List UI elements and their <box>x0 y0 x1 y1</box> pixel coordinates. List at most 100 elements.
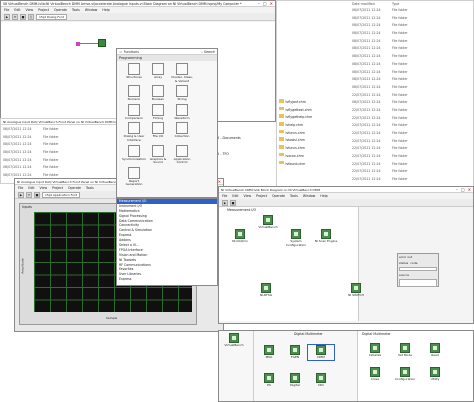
item-daqmx[interactable]: NI-DAQmx <box>227 229 253 244</box>
menu-window[interactable]: Window <box>85 8 98 12</box>
minimize-icon[interactable]: – <box>258 1 260 6</box>
mio-menu-file[interactable]: File <box>222 194 227 198</box>
explorer-row[interactable]: 08/07/2021 12:24 File folder <box>352 76 472 84</box>
abort-icon[interactable]: ■ <box>20 13 26 20</box>
palette-tile[interactable]: Collection <box>171 122 193 142</box>
fp-menu-project[interactable]: Project <box>52 186 63 190</box>
explorer-row[interactable]: 22/07/2021 12:24 File folder <box>352 130 472 138</box>
col-type[interactable]: Type <box>392 2 399 6</box>
vb-item-virtualbench[interactable]: VirtualBench <box>221 333 247 348</box>
explorer-row[interactable]: 08/07/2021 12:24 File folder <box>352 53 472 61</box>
mio-menu-edit[interactable]: Edit <box>232 194 238 198</box>
palette-tile[interactable]: Timing <box>147 103 169 121</box>
explorer-row[interactable]: 06/07/2021 12:24 File folder <box>352 7 472 15</box>
vb-ps[interactable]: PS <box>256 373 282 388</box>
palette-tile[interactable]: Report Generation <box>123 166 145 187</box>
pin-icon[interactable]: ⊸ <box>119 50 122 54</box>
mio-menu-operate[interactable]: Operate <box>272 194 285 198</box>
maximize-icon[interactable]: □ <box>263 1 267 6</box>
file-name-row[interactable]: lvflyjanf.chm <box>279 99 349 107</box>
item-scan-engine[interactable]: NI Scan Engine <box>313 229 339 244</box>
menu-view[interactable]: View <box>26 8 34 12</box>
font-select[interactable]: 15pt Dialog Font <box>36 13 67 20</box>
vb-set-mode[interactable]: Set Mode <box>392 343 418 358</box>
vb-fgen[interactable]: FGEN <box>282 345 308 360</box>
mio-run-icon[interactable]: ▶ <box>222 199 228 206</box>
vb-configuration[interactable]: Configuration <box>392 367 418 382</box>
file-name-row[interactable]: lvxcon.chm <box>279 152 349 161</box>
vb-close[interactable]: Close <box>362 367 388 382</box>
menu-operate[interactable]: Operate <box>54 8 67 12</box>
mio-maximize-icon[interactable]: □ <box>461 187 465 192</box>
palette-search[interactable]: Search <box>204 50 215 54</box>
left-explorer-row[interactable]: 08/07/2021 12:24 File folder <box>3 134 117 142</box>
menu-file[interactable]: File <box>4 8 9 12</box>
file-name-row[interactable]: lvfuncs.chm <box>279 145 349 153</box>
fp-menu-operate[interactable]: Operate <box>68 186 81 190</box>
explorer-row[interactable]: 08/07/2021 12:24 File folder <box>352 15 472 23</box>
palette-tile[interactable]: Waveform <box>171 103 193 121</box>
palette-tile[interactable]: Boolean <box>147 85 169 102</box>
explorer-row[interactable]: 22/07/2021 12:24 File folder <box>352 145 472 153</box>
explorer-row[interactable]: 22/07/2021 12:24 File folder <box>352 153 472 161</box>
explorer-row[interactable]: 08/07/2021 12:24 File folder <box>352 38 472 46</box>
mio-close-icon[interactable]: ✕ <box>468 187 471 192</box>
palette-tile[interactable]: Synchronization <box>122 144 146 165</box>
code-field[interactable] <box>399 267 437 271</box>
left-explorer-row[interactable]: 08/07/2021 12:24 File folder <box>3 157 117 165</box>
item-switch[interactable]: NI SWITCH <box>343 283 369 298</box>
explorer-row[interactable]: 22/07/2021 12:24 File folder <box>352 161 472 169</box>
fp-close-icon[interactable]: ✕ <box>218 179 221 184</box>
palette-tile[interactable]: String <box>171 85 193 102</box>
menu-project[interactable]: Project <box>38 8 49 12</box>
vb-digital[interactable]: Digital <box>282 373 308 388</box>
fp-abort-icon[interactable]: ■ <box>34 191 40 198</box>
vb-mso[interactable]: MSO <box>256 345 282 360</box>
search-icon[interactable]: ⌕ <box>201 50 203 54</box>
left-explorer-row[interactable]: 08/07/2021 12:24 File folder <box>3 141 117 149</box>
explorer-row[interactable]: 22/07/2021 12:24 File folder <box>352 115 472 123</box>
mio-menu-project[interactable]: Project <box>256 194 267 198</box>
explorer-row[interactable]: 22/07/2021 12:24 File folder <box>352 107 472 115</box>
palette-tile[interactable]: File I/O <box>147 122 169 142</box>
palette-tile[interactable]: Dialog & User Interface <box>123 122 145 142</box>
category-item[interactable]: Express <box>117 277 217 282</box>
explorer-row[interactable]: 08/07/2021 12:24 File folder <box>352 84 472 92</box>
fp-menu-tools[interactable]: Tools <box>86 186 94 190</box>
mio-abort-icon[interactable]: ■ <box>230 199 236 206</box>
mid-row-docs[interactable]: NI - Documents <box>216 136 241 140</box>
explorer-row[interactable]: 08/07/2021 12:24 File folder <box>352 61 472 69</box>
item-system-config[interactable]: System Configuration <box>283 229 309 247</box>
item-rfsg[interactable]: NI-RFSG <box>253 283 279 298</box>
vb-read[interactable]: Read <box>422 343 448 358</box>
explorer-row[interactable]: 08/07/2021 12:24 File folder <box>352 45 472 53</box>
fp-menu-edit[interactable]: Edit <box>28 186 34 190</box>
vb-initialize[interactable]: Initialize <box>362 343 388 358</box>
explorer-row[interactable]: 22/07/2021 12:24 File folder <box>352 122 472 130</box>
close-icon[interactable]: ✕ <box>270 1 273 6</box>
palette-tile[interactable]: Structures <box>123 63 145 83</box>
explorer-row[interactable]: 22/07/2021 12:24 File folder <box>352 92 472 100</box>
menu-edit[interactable]: Edit <box>14 8 20 12</box>
left-explorer-row[interactable]: 08/07/2021 12:24 File folder <box>3 164 117 172</box>
file-name-row[interactable]: lvfuncs.chm <box>279 129 349 138</box>
mio-minimize-icon[interactable]: – <box>456 187 458 192</box>
file-name-row[interactable]: lvtoolsl.chm <box>279 137 349 145</box>
menu-help[interactable]: Help <box>102 8 109 12</box>
explorer-row[interactable]: 22/07/2021 12:24 File folder <box>352 168 472 176</box>
source-field[interactable] <box>399 279 437 287</box>
fp-font-select[interactable]: 15pt Application Font <box>42 191 81 198</box>
col-date-modified[interactable]: Date modified <box>352 2 392 6</box>
fp-menu-view[interactable]: View <box>40 186 48 190</box>
fp-menu-file[interactable]: File <box>18 186 23 190</box>
fp-run-continuous-icon[interactable]: ⟳ <box>26 191 32 198</box>
run-arrow-icon[interactable]: ▶ <box>4 13 10 20</box>
left-explorer-row[interactable]: 08/07/2021 12:24 File folder <box>3 149 117 157</box>
menu-tools[interactable]: Tools <box>72 8 80 12</box>
explorer-row[interactable]: 22/07/2021 12:24 File folder <box>352 138 472 146</box>
vb-dmm[interactable]: DMM <box>307 344 335 361</box>
vb-utility[interactable]: Utility <box>422 367 448 382</box>
left-explorer-row[interactable]: 08/07/2021 12:24 File folder <box>3 126 117 134</box>
file-name-row[interactable]: lvhelp.chm <box>279 122 349 130</box>
mio-menu-view[interactable]: View <box>244 194 252 198</box>
